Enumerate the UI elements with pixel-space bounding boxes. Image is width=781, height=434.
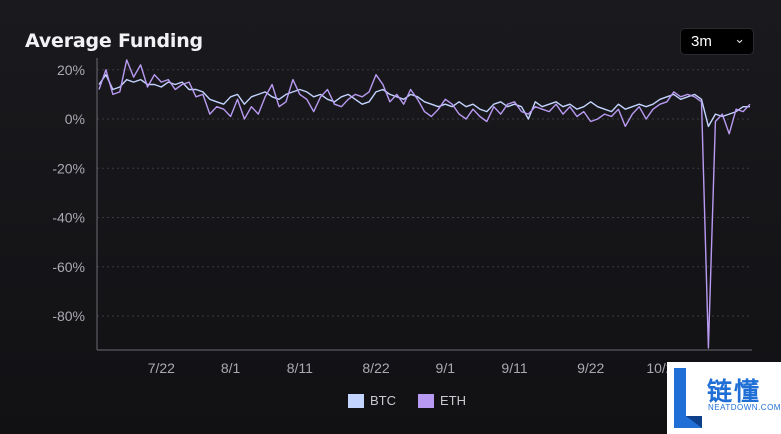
- y-tick-labels: 20% 0% -20% -40% -60% -80%: [52, 62, 85, 324]
- y-tick-label: 20%: [57, 62, 85, 78]
- legend-item-eth[interactable]: ETH: [418, 393, 466, 408]
- legend-label-btc: BTC: [370, 393, 396, 408]
- legend-swatch-btc: [348, 393, 364, 408]
- x-tick-label: 8/11: [287, 360, 313, 376]
- watermark-subtext: NEATDOWN.COM: [708, 403, 781, 412]
- y-tick-label: -40%: [52, 210, 85, 226]
- y-tick-label: 0%: [65, 111, 85, 127]
- x-tick-label: 8/1: [221, 360, 241, 376]
- watermark-logo-icon: [674, 368, 702, 428]
- watermark: 链懂 NEATDOWN.COM: [667, 362, 781, 434]
- x-tick-label: 8/22: [362, 360, 389, 376]
- x-tick-label: 9/22: [577, 360, 604, 376]
- x-tick-label: 9/11: [501, 360, 527, 376]
- series-line-eth: [98, 59, 751, 349]
- legend-item-btc[interactable]: BTC: [348, 393, 396, 408]
- x-tick-label: 7/22: [148, 360, 175, 376]
- legend-label-eth: ETH: [440, 393, 466, 408]
- legend: BTC ETH: [348, 393, 466, 408]
- y-tick-label: -80%: [52, 308, 85, 324]
- funding-chart: 20% 0% -20% -40% -60% -80% 7/22 8/1 8/11 8/22 9/1…: [52, 58, 752, 376]
- x-tick-labels: 7/228/18/118/229/19/119/2210/210/12: [148, 360, 747, 376]
- legend-swatch-eth: [418, 393, 434, 408]
- grid-lines: [97, 69, 752, 317]
- x-tick-label: 9/1: [436, 360, 456, 376]
- y-tick-label: -20%: [52, 160, 85, 176]
- y-tick-label: -60%: [52, 259, 85, 275]
- series-lines: [98, 59, 751, 349]
